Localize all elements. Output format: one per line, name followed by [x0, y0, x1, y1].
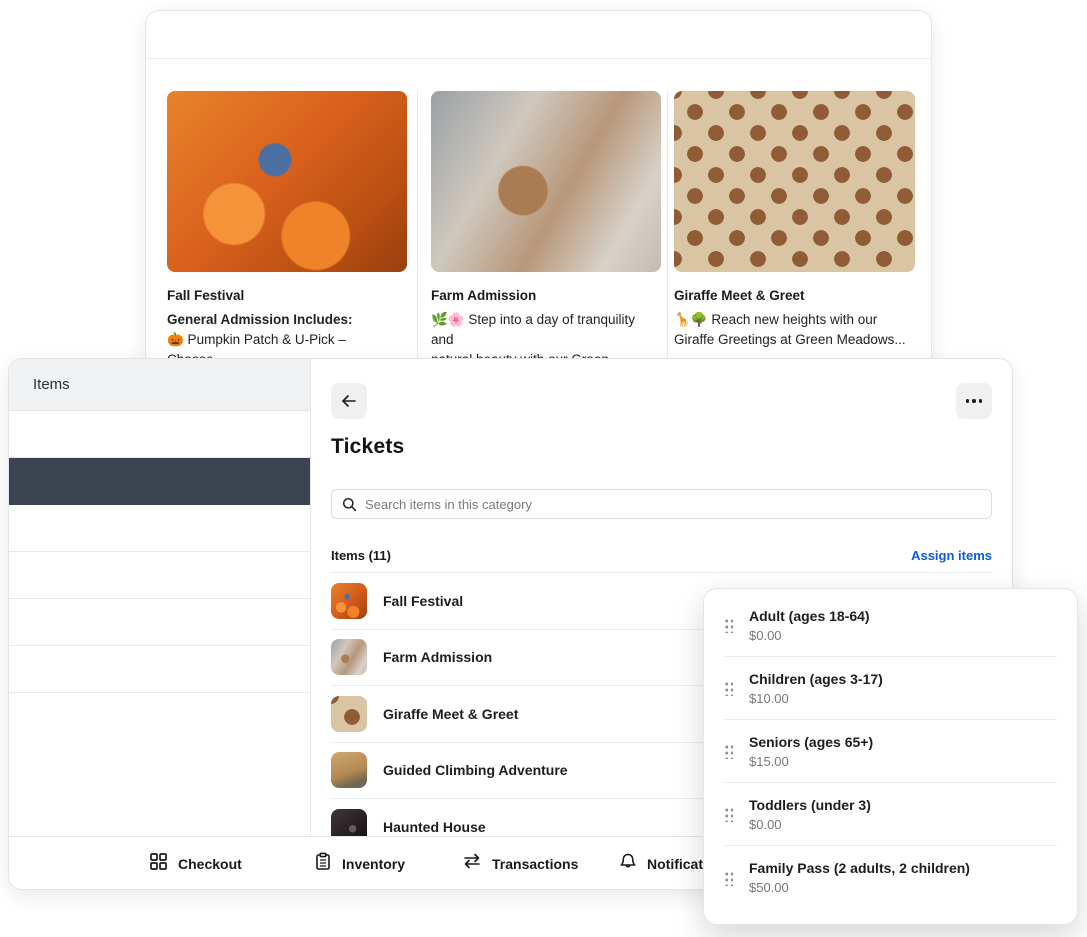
variation-name: Toddlers (under 3) [749, 797, 871, 813]
variation-price: $50.00 [749, 880, 970, 895]
item-thumbnail [331, 696, 367, 732]
category-search [331, 489, 992, 519]
card-description-line1: General Admission Includes: [167, 310, 407, 330]
search-icon [342, 497, 357, 512]
variation-price: $0.00 [749, 817, 871, 832]
item-thumbnail [331, 639, 367, 675]
items-list-header: Items (11) Assign items [331, 539, 992, 573]
bottom-nav-label: Checkout [178, 856, 242, 872]
item-name: Giraffe Meet & Greet [383, 706, 518, 722]
sidebar-item[interactable] [9, 505, 310, 552]
notifications-bell-icon [619, 852, 637, 876]
card-description: 🦒🌳 Reach new heights with our Giraffe Gr… [674, 310, 915, 350]
sidebar-title: Items [9, 359, 310, 411]
variation-price: $10.00 [749, 691, 883, 706]
bottom-nav-item[interactable]: Inventory [314, 837, 405, 890]
item-name: Farm Admission [383, 649, 492, 665]
variations-panel: Adult (ages 18-64) $0.00 Children (ages … [703, 588, 1078, 925]
item-thumbnail [331, 809, 367, 838]
transactions-arrows-icon [462, 852, 482, 875]
variation-name: Children (ages 3-17) [749, 671, 883, 687]
ellipsis-icon [966, 399, 983, 403]
card-image [674, 91, 915, 272]
drag-handle-icon[interactable] [724, 743, 733, 759]
items-count-label: Items (11) [331, 548, 391, 563]
items-sidebar: Items [9, 359, 311, 838]
item-name: Fall Festival [383, 593, 463, 609]
variation-row[interactable]: Toddlers (under 3) $0.00 [724, 783, 1057, 846]
assign-items-link[interactable]: Assign items [911, 548, 992, 563]
back-button[interactable] [331, 383, 367, 419]
page-title: Tickets [331, 435, 404, 459]
variation-name: Seniors (ages 65+) [749, 734, 873, 750]
card-divider [667, 91, 668, 359]
ticket-card[interactable]: Fall Festival General Admission Includes… [167, 91, 407, 366]
ticket-card[interactable]: Giraffe Meet & Greet 🦒🌳 Reach new height… [674, 91, 915, 350]
card-title: Giraffe Meet & Greet [674, 288, 915, 303]
drag-handle-icon[interactable] [724, 680, 733, 696]
card-description-line2: Giraffe Greetings at Green Meadows... [674, 330, 915, 350]
card-image [167, 91, 407, 272]
search-input[interactable] [365, 497, 991, 512]
bottom-nav-item[interactable]: Checkout [149, 837, 242, 890]
drag-handle-icon[interactable] [724, 870, 733, 886]
card-title: Fall Festival [167, 288, 407, 303]
bottom-nav-item[interactable]: Transactions [462, 837, 578, 890]
card-description-line1: 🌿🌸 Step into a day of tranquility and [431, 310, 661, 350]
item-thumbnail [331, 583, 367, 619]
ticket-card[interactable]: Farm Admission 🌿🌸 Step into a day of tra… [431, 91, 661, 366]
sidebar-item[interactable] [9, 458, 310, 505]
inventory-clipboard-icon [314, 852, 332, 876]
sidebar-item[interactable] [9, 599, 310, 646]
item-thumbnail [331, 752, 367, 788]
variation-price: $0.00 [749, 628, 870, 643]
card-description-line1: 🦒🌳 Reach new heights with our [674, 310, 915, 330]
item-name: Guided Climbing Adventure [383, 762, 568, 778]
card-title: Farm Admission [431, 288, 661, 303]
drag-handle-icon[interactable] [724, 806, 733, 822]
variation-row[interactable]: Adult (ages 18-64) $0.00 [724, 594, 1057, 657]
arrow-left-icon [340, 392, 358, 410]
item-name: Haunted House [383, 819, 486, 835]
sidebar-item[interactable] [9, 411, 310, 458]
card-image [431, 91, 661, 272]
variation-name: Adult (ages 18-64) [749, 608, 870, 624]
variation-row[interactable]: Seniors (ages 65+) $15.00 [724, 720, 1057, 783]
drag-handle-icon[interactable] [724, 617, 733, 633]
variation-row[interactable]: Family Pass (2 adults, 2 children) $50.0… [724, 846, 1057, 909]
variation-row[interactable]: Children (ages 3-17) $10.00 [724, 657, 1057, 720]
sidebar-item[interactable] [9, 646, 310, 693]
bottom-nav-label: Transactions [492, 856, 578, 872]
variation-name: Family Pass (2 adults, 2 children) [749, 860, 970, 876]
bottom-nav-label: Inventory [342, 856, 405, 872]
more-options-button[interactable] [956, 383, 992, 419]
variation-price: $15.00 [749, 754, 873, 769]
storefront-tabs [146, 11, 931, 59]
sidebar-item[interactable] [9, 552, 310, 599]
card-divider [417, 91, 418, 359]
storefront-panel: Fall Festival General Admission Includes… [145, 10, 932, 366]
sidebar-nav [9, 411, 310, 693]
checkout-grid-icon [149, 852, 168, 876]
